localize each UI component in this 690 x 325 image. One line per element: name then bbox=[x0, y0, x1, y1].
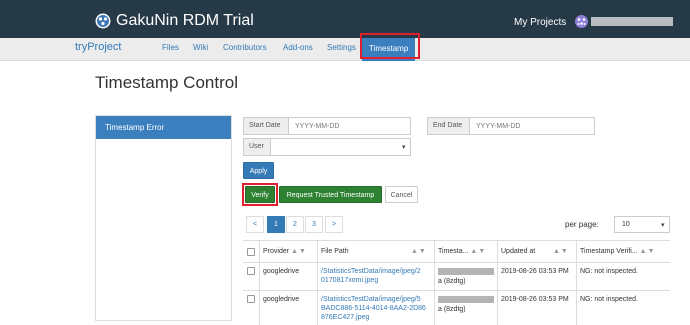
chevron-down-icon: ▾ bbox=[402, 144, 406, 151]
timestamp-redacted bbox=[438, 296, 494, 303]
tab-contributors[interactable]: Contributors bbox=[223, 43, 267, 52]
user-name-redacted[interactable] bbox=[591, 17, 673, 26]
row-checkbox[interactable] bbox=[247, 295, 255, 303]
cell-file-path-line[interactable]: /StatisticsTestData/image/jpeg/2 bbox=[321, 267, 421, 276]
timestamp-tab-highlight bbox=[360, 33, 420, 59]
header-provider-label: Provider bbox=[263, 248, 290, 255]
pagination-page-1[interactable]: 1 bbox=[267, 216, 285, 233]
per-page-value: 10 bbox=[622, 221, 630, 228]
header-updated-at[interactable]: Updated at bbox=[501, 248, 535, 255]
project-title-link[interactable]: tryProject bbox=[75, 41, 121, 53]
tab-addons[interactable]: Add-ons bbox=[283, 43, 313, 52]
sidebar-item-timestamp-error[interactable]: Timestamp Error bbox=[96, 116, 231, 139]
tab-files[interactable]: Files bbox=[162, 43, 179, 52]
tab-settings[interactable]: Settings bbox=[327, 43, 356, 52]
select-all-checkbox[interactable] bbox=[247, 248, 255, 256]
brand-title[interactable]: GakuNin RDM Trial bbox=[116, 12, 254, 30]
timestamp-redacted bbox=[438, 268, 494, 275]
apply-button[interactable]: Apply bbox=[243, 162, 274, 179]
side-panel: Timestamp Error bbox=[95, 115, 232, 321]
header-updated-at-label: Updated at bbox=[501, 248, 536, 255]
start-date-group: Start Date bbox=[243, 117, 411, 135]
table-row-border bbox=[243, 290, 670, 291]
column-divider bbox=[434, 240, 435, 325]
page-title: Timestamp Control bbox=[95, 73, 238, 92]
end-date-input[interactable] bbox=[471, 118, 592, 134]
cell-provider: googledrive bbox=[263, 268, 300, 275]
cell-updated-at: 2019-08-26 03:53 PM bbox=[501, 268, 569, 275]
cell-verification-status: NG: not inspected. bbox=[580, 296, 638, 303]
column-divider bbox=[576, 240, 577, 325]
start-date-input[interactable] bbox=[290, 118, 408, 134]
per-page-label: per page: bbox=[565, 220, 599, 229]
header-timestamp-label: Timesta... bbox=[438, 248, 469, 255]
verify-button-highlight bbox=[242, 183, 278, 206]
sort-arrows-icon[interactable]: ▲▼ bbox=[470, 248, 486, 255]
user-label: User bbox=[244, 139, 271, 155]
header-timestamp[interactable]: Timesta... ▲▼ bbox=[438, 248, 486, 255]
cell-provider: googledrive bbox=[263, 296, 300, 303]
end-date-label: End Date bbox=[428, 118, 470, 134]
header-timestamp-verification[interactable]: Timestamp Verifi... ▲▼ bbox=[580, 248, 656, 255]
tab-wiki[interactable]: Wiki bbox=[193, 43, 208, 52]
cell-file-path-line[interactable]: BADC886-5114-4014-8AA2-2D86 bbox=[321, 304, 426, 313]
column-divider bbox=[317, 240, 318, 325]
header-provider[interactable]: Provider ▲▼ bbox=[263, 248, 307, 255]
sort-arrows-icon[interactable]: ▲▼ bbox=[411, 248, 427, 255]
pagination-prev-button[interactable]: < bbox=[246, 216, 264, 233]
my-projects-link[interactable]: My Projects bbox=[514, 17, 566, 28]
sort-arrows-icon[interactable]: ▲▼ bbox=[640, 248, 656, 255]
per-page-select[interactable]: 10 ▾ bbox=[614, 216, 670, 233]
end-date-group: End Date bbox=[427, 117, 595, 135]
request-trusted-timestamp-button[interactable]: Request Trusted Timestamp bbox=[279, 186, 382, 203]
cancel-button[interactable]: Cancel bbox=[385, 186, 418, 203]
cell-timestamp-suffix: a (8zdtg) bbox=[438, 306, 466, 313]
column-divider bbox=[259, 240, 260, 325]
user-select-value[interactable] bbox=[272, 139, 392, 155]
header-file-path-label: File Path bbox=[321, 248, 349, 255]
table-header-border bbox=[243, 262, 670, 263]
sort-arrows-icon[interactable]: ▲▼ bbox=[553, 248, 569, 255]
cell-verification-status: NG: not inspected. bbox=[580, 268, 638, 275]
cell-updated-at: 2019-08-26 03:53 PM bbox=[501, 296, 569, 303]
pagination-page-2[interactable]: 2 bbox=[286, 216, 304, 233]
top-navbar: GakuNin RDM Trial My Projects bbox=[0, 0, 690, 38]
row-checkbox[interactable] bbox=[247, 267, 255, 275]
start-date-label: Start Date bbox=[244, 118, 289, 134]
chevron-down-icon: ▾ bbox=[661, 222, 665, 229]
cell-file-path-line[interactable]: 876EC427.jpeg bbox=[321, 313, 369, 322]
user-select-group[interactable]: User ▾ bbox=[243, 138, 411, 156]
gakunin-logo-icon[interactable] bbox=[95, 13, 111, 29]
cell-timestamp-suffix: a (8zdtg) bbox=[438, 278, 466, 285]
header-verification-label: Timestamp Verifi... bbox=[580, 248, 638, 255]
project-subnav: tryProject Files Wiki Contributors Add-o… bbox=[0, 38, 690, 61]
pagination-page-3[interactable]: 3 bbox=[305, 216, 323, 233]
user-avatar-icon[interactable] bbox=[575, 15, 588, 28]
table-top-border bbox=[243, 240, 670, 241]
pagination-next-button[interactable]: > bbox=[325, 216, 343, 233]
column-divider bbox=[497, 240, 498, 325]
cell-file-path-line[interactable]: 0170817xomi.jpeg bbox=[321, 276, 378, 285]
sort-arrows-icon[interactable]: ▲▼ bbox=[291, 248, 307, 255]
cell-file-path-line[interactable]: /StatisticsTestData/image/jpeg/5 bbox=[321, 295, 421, 304]
header-file-path[interactable]: File Path bbox=[321, 248, 349, 255]
